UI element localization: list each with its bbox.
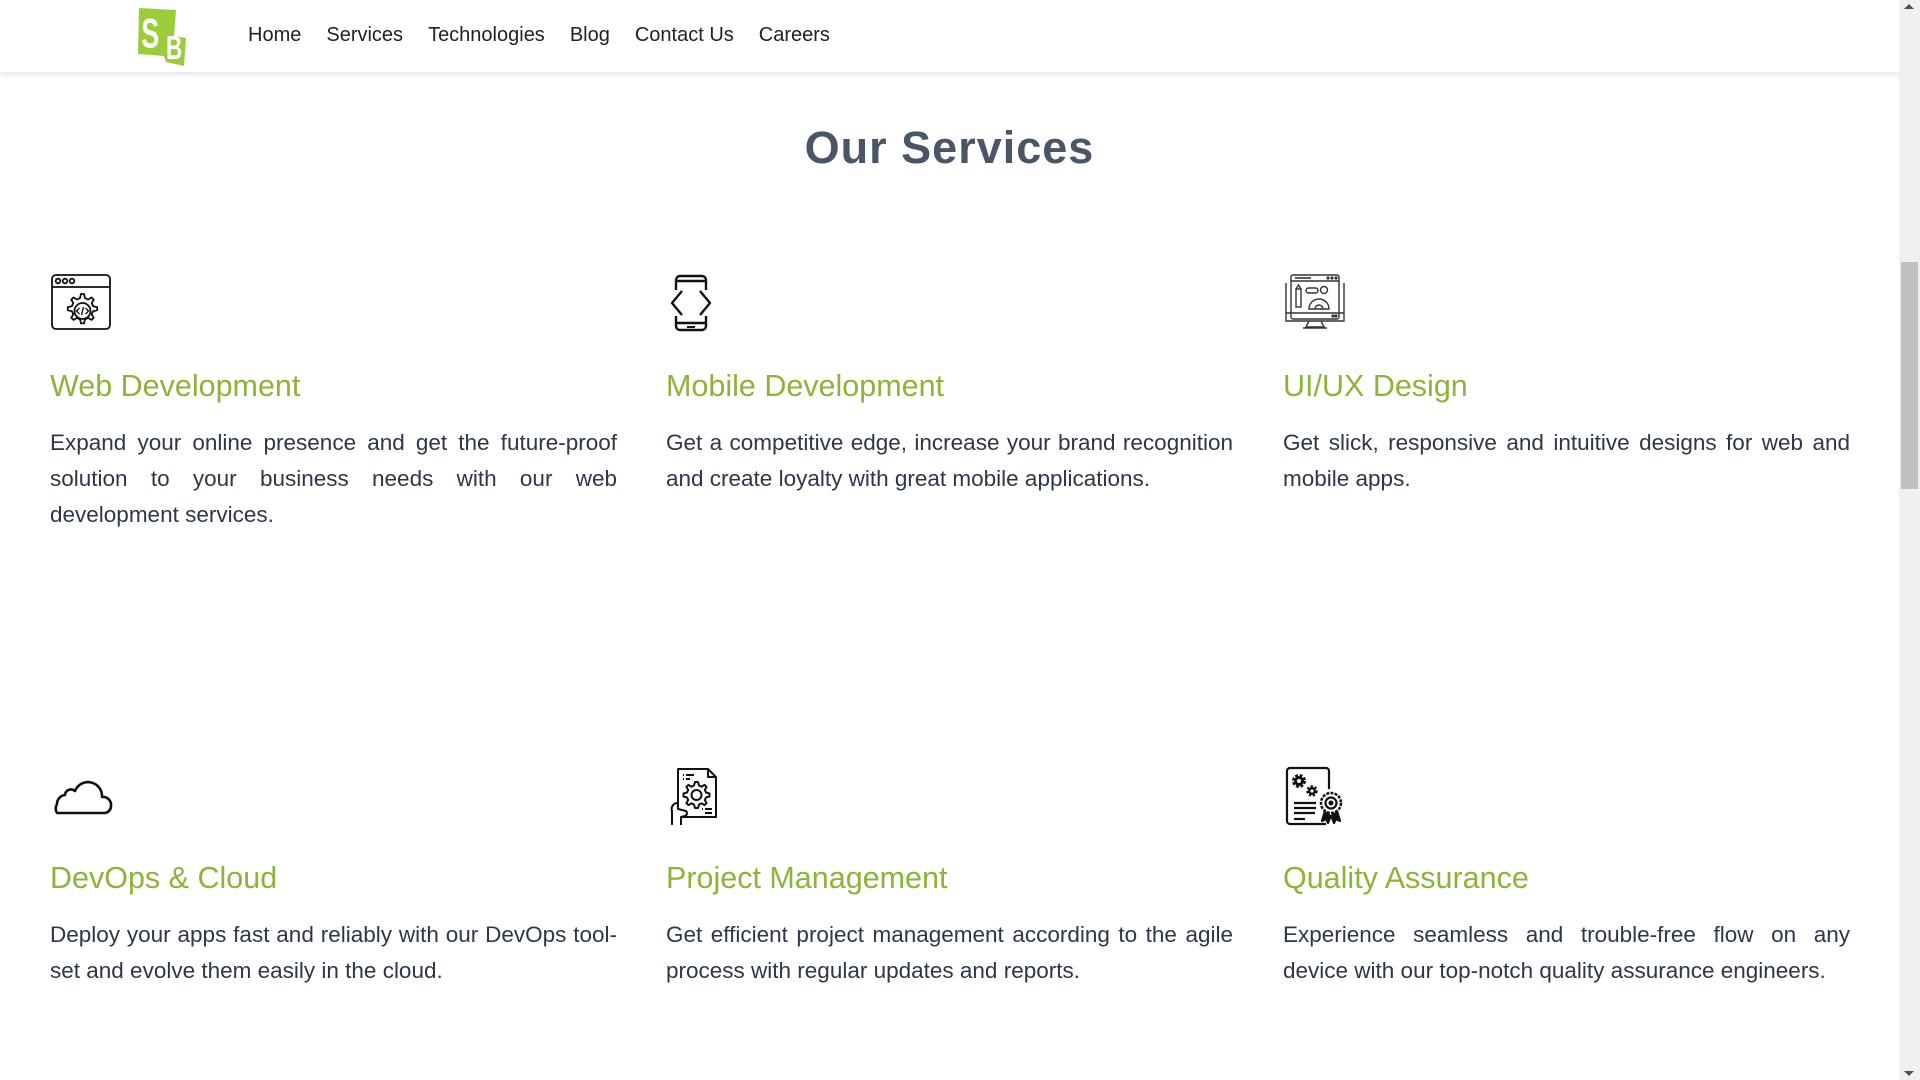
service-title: DevOps & Cloud	[50, 861, 278, 895]
service-card-mobile-development: Mobile Development Get a competitive edg…	[666, 273, 1233, 497]
web-development-icon	[51, 274, 111, 330]
cloud-icon	[54, 780, 113, 815]
svg-text:B: B	[166, 28, 182, 65]
service-description: Experience seamless and trouble-free flo…	[1283, 922, 1850, 983]
mobile-development-icon	[670, 274, 712, 332]
scrollbar-thumb[interactable]	[1901, 262, 1918, 489]
main-nav: Home Services Technologies Blog Contact …	[248, 0, 830, 72]
logo[interactable]: S B	[136, 6, 188, 66]
service-card-devops-cloud: DevOps & Cloud Deploy your apps fast and…	[50, 765, 617, 989]
service-card-quality-assurance: Quality Assurance Experience seamless an…	[1283, 765, 1850, 989]
quality-assurance-icon	[1285, 766, 1343, 826]
service-card-web-development: Web Development Expand your online prese…	[50, 273, 617, 533]
service-description: Expand your online presence and get the …	[50, 430, 617, 527]
ui-ux-design-icon	[1285, 274, 1345, 329]
service-title: Quality Assurance	[1283, 861, 1529, 895]
scroll-up-arrow-icon[interactable]	[1904, 4, 1914, 9]
nav-careers[interactable]: Careers	[759, 24, 830, 49]
page: S B Home Services Technologies Blog Cont…	[0, 0, 1899, 1080]
nav-blog[interactable]: Blog	[570, 24, 610, 49]
service-title: UI/UX Design	[1283, 369, 1468, 403]
service-title: Project Management	[666, 861, 948, 895]
site-header: S B Home Services Technologies Blog Cont…	[0, 0, 1899, 72]
service-card-project-management: Project Management Get efficient project…	[666, 765, 1233, 989]
nav-contact-us[interactable]: Contact Us	[635, 24, 734, 49]
service-card-ui-ux-design: UI/UX Design Get slick, responsive and i…	[1283, 273, 1850, 497]
project-management-icon	[670, 768, 717, 825]
service-description: Get efficient project management accordi…	[666, 922, 1233, 983]
service-description: Deploy your apps fast and reliably with …	[50, 922, 617, 983]
service-title: Web Development	[50, 369, 301, 403]
vertical-scrollbar[interactable]	[1899, 0, 1920, 1080]
service-description: Get slick, responsive and intuitive desi…	[1283, 430, 1850, 491]
service-title: Mobile Development	[666, 369, 945, 403]
section-title: Our Services	[804, 122, 1095, 173]
service-description: Get a competitive edge, increase your br…	[666, 430, 1233, 491]
nav-technologies[interactable]: Technologies	[428, 24, 545, 49]
nav-services[interactable]: Services	[326, 24, 403, 49]
svg-text:S: S	[141, 11, 159, 57]
scroll-down-arrow-icon[interactable]	[1904, 1071, 1914, 1076]
nav-home[interactable]: Home	[248, 24, 301, 49]
